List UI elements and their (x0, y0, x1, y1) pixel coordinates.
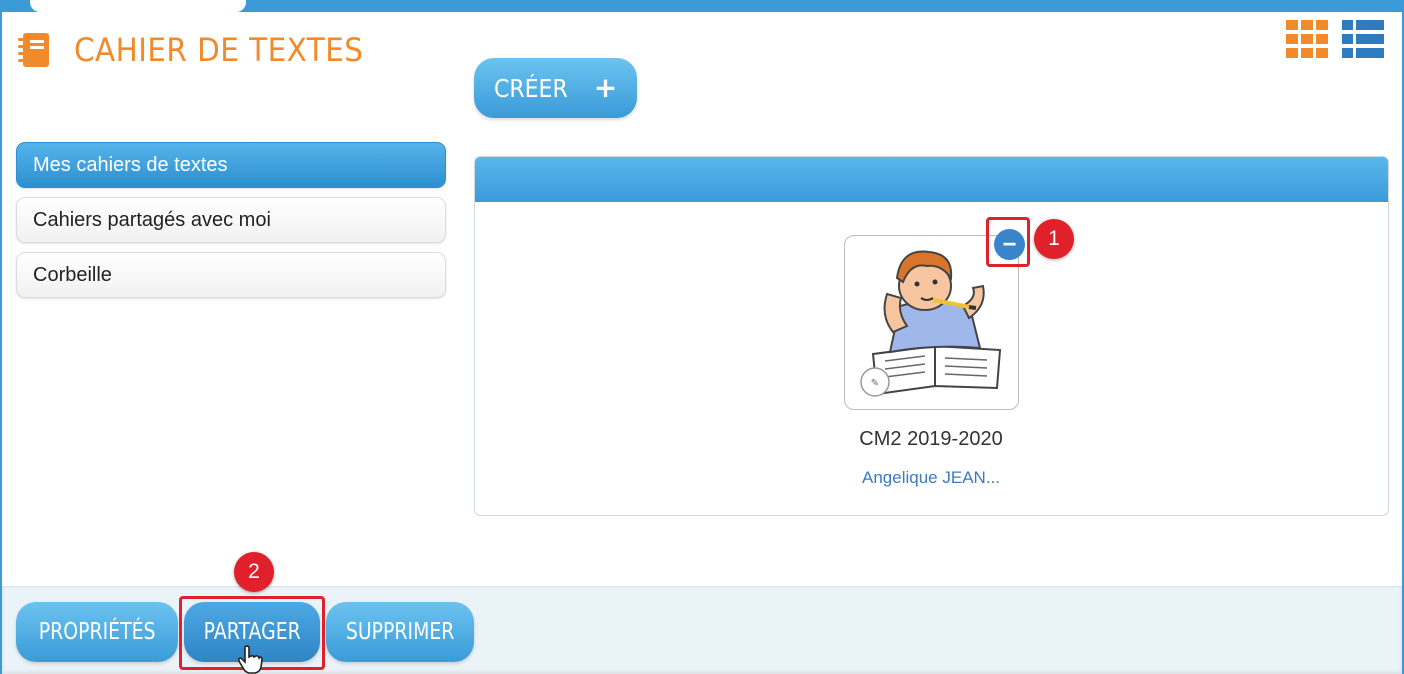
sidebar-item-trash[interactable]: Corbeille (16, 252, 446, 298)
panel-header (475, 157, 1388, 202)
sidebar: Mes cahiers de textes Cahiers partagés a… (16, 142, 446, 307)
properties-button[interactable]: PROPRIÉTÉS (16, 602, 178, 662)
highlight-box-1 (986, 217, 1030, 267)
step-badge-2: 2 (234, 552, 274, 592)
top-bar-tab[interactable] (30, 0, 246, 12)
view-toggles (1286, 20, 1384, 58)
list-view-icon[interactable] (1342, 20, 1384, 58)
grid-view-icon[interactable] (1286, 20, 1328, 58)
notebook-icon (18, 32, 52, 68)
create-button-label: CRÉER (494, 73, 568, 103)
sidebar-item-my-notebooks[interactable]: Mes cahiers de textes (16, 142, 446, 188)
delete-button-label: SUPPRIMER (345, 619, 455, 645)
create-button[interactable]: CRÉER + (474, 58, 637, 118)
step-badge-1: 1 (1034, 219, 1074, 259)
notebook-owner[interactable]: Angelique JEAN... (780, 468, 1082, 488)
svg-text:✎: ✎ (871, 378, 879, 389)
page-title: CAHIER DE TEXTES (74, 31, 364, 69)
top-bar (0, 0, 1404, 12)
app-header: CAHIER DE TEXTES (18, 30, 389, 70)
plus-icon: + (593, 71, 618, 104)
notebook-name: CM2 2019-2020 (859, 428, 1003, 450)
hand-cursor-icon (236, 645, 264, 674)
sidebar-item-label: Corbeille (33, 263, 112, 286)
delete-button[interactable]: SUPPRIMER (326, 602, 474, 662)
sidebar-item-shared-with-me[interactable]: Cahiers partagés avec moi (16, 197, 446, 243)
properties-button-label: PROPRIÉTÉS (38, 619, 156, 645)
sidebar-item-label: Mes cahiers de textes (33, 153, 228, 176)
sidebar-item-label: Cahiers partagés avec moi (33, 208, 271, 231)
